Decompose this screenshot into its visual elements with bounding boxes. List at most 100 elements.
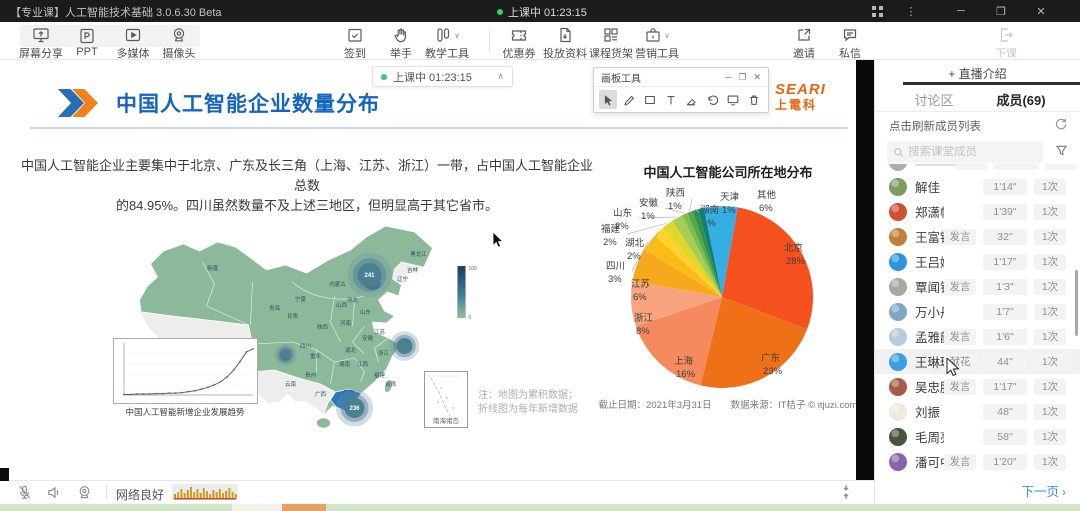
toolbar-teaching-group: 签到举手∨教学工具 [332,22,470,60]
screen-tool-icon[interactable] [724,90,742,109]
microphone-muted-icon[interactable] [16,484,33,501]
duration-badge: 1'17" [983,379,1027,395]
count-badge: 1次 [1034,229,1066,245]
minimize-button[interactable]: ─ [948,0,974,22]
speak-badge: 发言 [944,229,976,245]
duration-badge: 48" [983,404,1027,420]
member-list-scrollbar[interactable] [1075,270,1078,336]
webcam-icon[interactable] [76,484,93,501]
province-label-广西: 广西 [315,390,327,398]
member-badges: 1'17"1次 [944,254,1066,270]
text-tool-icon[interactable] [662,90,680,109]
toolbar-item-end-class[interactable]: 下课 [983,22,1029,60]
avatar [889,428,907,446]
pie-label-name: 安徽 [639,197,659,209]
member-search-input[interactable] [908,146,1026,158]
filter-funnel-icon[interactable] [1054,143,1070,159]
province-label-青海: 青海 [269,304,281,312]
refresh-icon[interactable] [1054,117,1068,131]
toolbar-item-coupon[interactable]: 优惠券 [496,22,542,60]
member-row-王琳琳[interactable]: 王琳琳献花44"1次 [875,349,1080,374]
member-search-box[interactable] [887,141,1043,163]
member-row-毛周亮[interactable]: 毛周亮 58"1次 [875,424,1080,449]
stage-corner-notch [0,468,9,481]
tab-members[interactable]: 成员(69) [979,90,1063,109]
pie-label-value: 6% [759,203,773,214]
count-badge: 1次 [1034,329,1066,345]
member-row-覃闻铭[interactable]: 覃闻铭发言1'3"1次 [875,274,1080,299]
member-row-吴忠胜[interactable]: 吴忠胜发言1'17"1次 [875,374,1080,399]
undo-tool-icon[interactable] [703,90,721,109]
count-badge: 1次 [1034,254,1066,270]
member-name: 孟雅韵 [915,327,944,346]
class-timer-badge[interactable]: 上课中 01:23:15 ∧ [372,66,513,87]
restore-button[interactable]: ❐ [988,0,1014,22]
map-note-line1: 注：地图为累积数据； [478,389,578,403]
member-row-孟雅韵[interactable]: 孟雅韵发言1'6"1次 [875,324,1080,349]
tab-discussion[interactable]: 讨论区 [897,90,971,109]
count-badge: 1次 [1034,454,1066,470]
toolbar-item-materials[interactable]: 投放资料 [542,22,588,60]
pie-label-value: 8% [636,326,650,337]
member-name: 刘振 [915,402,944,421]
panel-minimize-icon[interactable]: ─ [725,72,731,82]
drawing-panel-header[interactable]: 画板工具 ─ ❐ ✕ [594,68,768,87]
toolbar-divider [489,29,490,53]
fit-screen-icon[interactable] [838,484,854,500]
member-row-王富钰[interactable]: 王富钰发言32"1次 [875,224,1080,249]
toolbar-item-invite[interactable]: 邀请 [781,22,827,60]
member-row-partial[interactable] [875,164,1080,174]
member-row-解佳[interactable]: 解佳 1'14"1次 [875,174,1080,199]
member-row-潘可中[interactable]: 潘可中发言1'20"1次 [875,449,1080,474]
toolbar-item-dm[interactable]: 私信 [827,22,873,60]
trash-tool-icon[interactable] [745,90,763,109]
apps-grid-icon[interactable] [864,0,890,22]
refresh-members-hint[interactable]: 点击刷新成员列表 [889,118,981,134]
panel-close-icon[interactable]: ✕ [753,72,761,83]
province-label-内蒙古: 内蒙古 [329,280,346,288]
taskbar-segment-light [232,504,282,511]
tab-divider [875,111,1080,112]
member-row-万小丹[interactable]: 万小丹 1'7"1次 [875,299,1080,324]
toolbar-item-marketing-tools[interactable]: ∨营销工具 [634,22,680,60]
more-menu-icon[interactable]: ⋮ [898,0,924,22]
toolbar-item-check-in[interactable]: 签到 [332,22,378,60]
live-intro-link[interactable]: + 直播介绍 [875,65,1080,82]
count-badge: 1次 [1034,304,1066,320]
toolbar-item-screen-share[interactable]: 屏幕分享 [18,22,64,60]
pie-label-name: 浙江 [634,312,654,324]
pie-label-name: 天津 [720,192,740,203]
member-row-王吕娜[interactable]: 王吕娜 1'17"1次 [875,249,1080,274]
next-page-link[interactable]: 下一页› [1021,481,1066,500]
seari-logo-line2: 上電科 [775,99,826,111]
toolbar-item-teach-tools[interactable]: ∨教学工具 [424,22,470,60]
timer-text: 上课中 01:23:15 [393,69,491,85]
toolbar-item-ppt[interactable]: PPT [64,22,110,60]
toolbar-item-raise-hand[interactable]: 举手 [378,22,424,60]
avatar [889,178,907,196]
member-row-刘振[interactable]: 刘振 48"1次 [875,399,1080,424]
province-label-河北: 河北 [347,296,359,304]
toolbar-item-shelf[interactable]: 课程货架 [588,22,634,60]
province-label-重庆: 重庆 [310,352,322,360]
end-class-icon [997,26,1015,44]
member-row-郑潇帆[interactable]: 郑潇帆 1'39"1次 [875,199,1080,224]
toolbar-item-media[interactable]: 多媒体 [110,22,156,60]
province-label-山东: 山东 [360,308,372,316]
panel-restore-icon[interactable]: ❐ [738,72,746,83]
rect-tool-icon[interactable] [641,90,659,109]
toolbar-item-camera[interactable]: 摄像头 [156,22,202,60]
speaker-icon[interactable] [46,484,63,501]
pie-label-value: 2% [615,221,629,232]
dm-icon [841,26,859,44]
titlebar: 【专业课】人工智能技术基础 3.0.6.30 Beta 上课中 01:23:15… [0,0,1080,22]
hainan-island [317,418,331,428]
toolbar-label: 教学工具 [425,45,469,61]
select-tool-icon[interactable] [599,90,617,109]
pen-tool-icon[interactable] [620,90,638,109]
avatar [889,164,907,171]
count-badge: 1次 [1034,204,1066,220]
eraser-tool-icon[interactable] [683,90,701,109]
collapse-badge-icon[interactable]: ∧ [497,71,504,82]
close-button[interactable]: ✕ [1028,0,1054,22]
